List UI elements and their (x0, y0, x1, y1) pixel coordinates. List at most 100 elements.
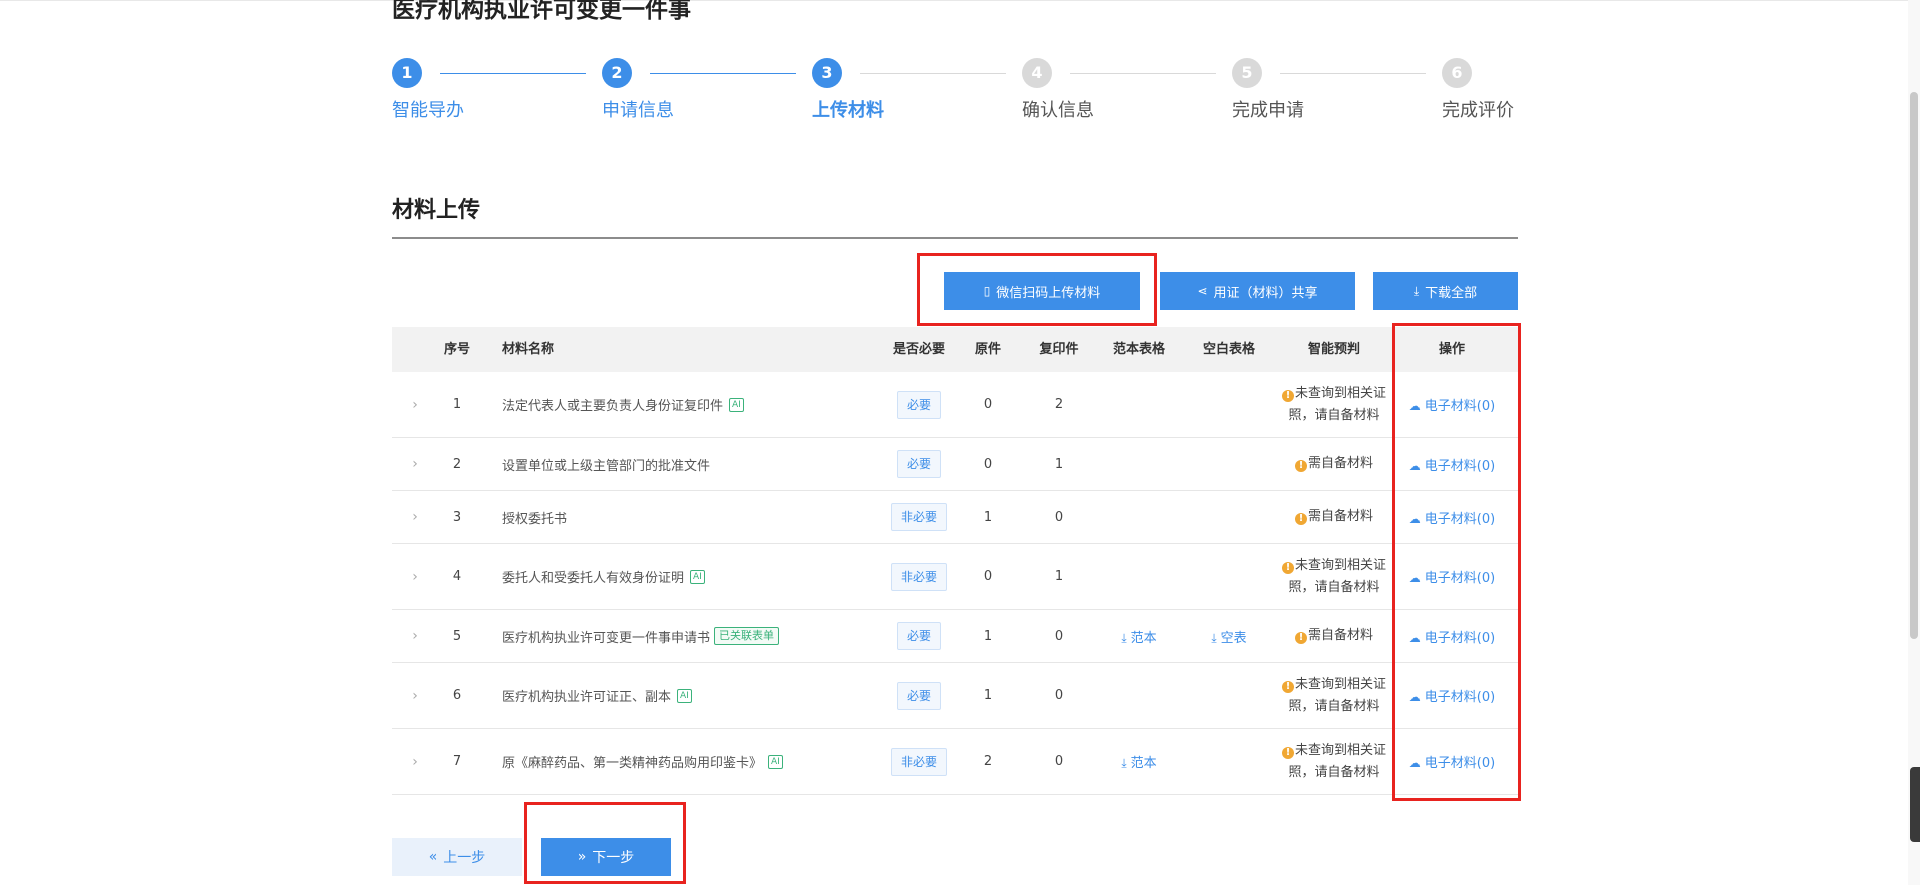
electronic-material-link[interactable]: ☁ 电子材料(0) (1409, 567, 1495, 586)
row-index: 4 (452, 569, 462, 584)
required-badge: 非必要 (890, 747, 947, 776)
row-index: 5 (452, 628, 462, 644)
linked-form-tag: 已关联表单 (714, 627, 780, 645)
copy-count: 1 (1054, 456, 1064, 472)
original-count: 2 (983, 754, 993, 769)
expand-chevron-icon[interactable]: › (400, 610, 430, 662)
electronic-material-link[interactable]: ☁ 电子材料(0) (1409, 395, 1495, 414)
previous-step-label: 上一步 (443, 850, 486, 866)
table-row: › 5 医疗机构执业许可变更一件事申请书 已关联表单 必要 1 0 ⤓ 范本 ⤓ 空表… (392, 610, 1518, 663)
sample-form-cell: ⤓ 范本 (1094, 610, 1184, 662)
table-row: › 7 原《麻醉药品、第一类精神药品购用印鉴卡》 AI 非必要 2 0 ⤓ 范本 !… (392, 729, 1518, 795)
electronic-material-label: 电子材料(0) (1424, 511, 1496, 527)
required-badge: 非必要 (890, 562, 947, 591)
material-name: 法定代表人或主要负责人身份证复印件 AI (502, 372, 862, 437)
smart-check-text-2: 照，请自备材料 (1288, 698, 1380, 714)
step-connector (860, 73, 1006, 74)
copy-count: 0 (1054, 754, 1064, 769)
step-2[interactable]: 2 申请信息 (602, 58, 812, 128)
section-divider (392, 237, 1518, 239)
copy-count: 0 (1054, 628, 1064, 644)
step-number: 4 (1022, 58, 1052, 88)
material-name-text: 医疗机构执业许可证正、副本 (502, 690, 672, 705)
double-chevron-left-icon: « (428, 849, 438, 865)
previous-step-button[interactable]: « 上一步 (392, 838, 522, 876)
expand-chevron-icon[interactable]: › (400, 438, 430, 490)
download-all-button[interactable]: ⤓ 下载全部 (1373, 272, 1518, 310)
material-name-text: 授权委托书 (502, 511, 568, 527)
smart-check-result: ! 未查询到相关证 照，请自备材料 (1264, 372, 1404, 437)
materials-table: 序号 材料名称 是否必要 原件 复印件 范本表格 空白表格 智能预判 操作 › … (392, 327, 1518, 795)
header-index: 序号 (443, 342, 470, 357)
electronic-material-link[interactable]: ☁ 电子材料(0) (1409, 686, 1495, 705)
download-icon: ⤓ (1211, 630, 1217, 645)
electronic-material-link[interactable]: ☁ 电子材料(0) (1409, 627, 1495, 646)
step-3[interactable]: 3 上传材料 (812, 58, 1022, 128)
step-number: 5 (1232, 58, 1262, 88)
cloud-upload-icon: ☁ (1408, 399, 1421, 413)
download-all-label: 下载全部 (1425, 285, 1478, 301)
progress-stepper: 1 智能导办 2 申请信息 3 上传材料 4 确认信息 5 完成申请 6 完成评… (392, 58, 1518, 128)
operation-cell: ☁ 电子材料(0) (1392, 663, 1512, 728)
warning-icon: ! (1294, 460, 1307, 472)
material-name-text: 原《麻醉药品、第一类精神药品购用印鉴卡》 (502, 756, 763, 771)
wechat-scan-upload-button[interactable]: ▯ 微信扫码上传材料 (944, 272, 1140, 310)
wechat-scan-upload-label: 微信扫码上传材料 (996, 285, 1101, 301)
header-operation: 操作 (1438, 342, 1465, 357)
table-row: › 2 设置单位或上级主管部门的批准文件 必要 0 1 ! 需自备材料 ☁ 电子材料… (392, 438, 1518, 491)
expand-chevron-icon[interactable]: › (400, 729, 430, 794)
download-icon: ⤓ (1121, 630, 1127, 645)
copy-count: 0 (1054, 688, 1064, 703)
smart-check-result: ! 需自备材料 (1264, 610, 1404, 662)
sample-form-link[interactable]: ⤓ 范本 (1121, 752, 1156, 771)
warning-icon: ! (1281, 680, 1294, 693)
next-step-button[interactable]: » 下一步 (541, 838, 671, 876)
step-number: 2 (602, 58, 632, 88)
side-widget-handle[interactable] (1910, 767, 1920, 842)
vertical-scrollbar[interactable] (1908, 0, 1920, 885)
header-copy: 复印件 (1039, 342, 1079, 357)
electronic-material-link[interactable]: ☁ 电子材料(0) (1409, 508, 1495, 527)
expand-chevron-icon[interactable]: › (400, 663, 430, 728)
material-name: 医疗机构执业许可证正、副本 AI (502, 663, 862, 728)
table-row: › 1 法定代表人或主要负责人身份证复印件 AI 必要 0 2 ! 未查询到相关证照… (392, 372, 1518, 438)
share-materials-button[interactable]: ⋖ 用证（材料）共享 (1160, 272, 1355, 310)
row-index: 7 (452, 754, 462, 769)
header-blank-form: 空白表格 (1202, 342, 1255, 357)
smart-check-text-1: 需自备材料 (1307, 456, 1373, 471)
smart-check-text-2: 照，请自备材料 (1288, 407, 1380, 423)
smart-check-text-1: 需自备材料 (1307, 509, 1373, 524)
header-sample-form: 范本表格 (1112, 342, 1165, 357)
expand-chevron-icon[interactable]: › (400, 544, 430, 609)
sample-form-link[interactable]: ⤓ 范本 (1121, 627, 1156, 646)
operation-cell: ☁ 电子材料(0) (1392, 438, 1512, 490)
expand-chevron-icon[interactable]: › (400, 372, 430, 437)
smart-check-text-1: 未查询到相关证 (1294, 385, 1386, 401)
smart-check-result: ! 未查询到相关证照，请自备材料 (1264, 663, 1404, 728)
ai-recognition-tag: AI (690, 569, 705, 584)
header-name: 材料名称 (502, 342, 555, 357)
scrollbar-thumb[interactable] (1910, 92, 1918, 639)
cloud-upload-icon: ☁ (1408, 571, 1421, 585)
electronic-material-link[interactable]: ☁ 电子材料(0) (1409, 752, 1495, 771)
smart-check-text-2: 照，请自备材料 (1288, 764, 1380, 780)
electronic-material-label: 电子材料(0) (1424, 458, 1496, 474)
step-connector (1070, 73, 1216, 74)
electronic-material-link[interactable]: ☁ 电子材料(0) (1409, 455, 1495, 474)
ai-recognition-tag: AI (677, 688, 692, 703)
original-count: 0 (983, 569, 993, 584)
original-count: 1 (983, 509, 993, 525)
blank-form-link[interactable]: ⤓ 空表 (1211, 627, 1246, 646)
mobile-phone-icon: ▯ (983, 284, 991, 298)
smart-check-text-1: 未查询到相关证 (1294, 676, 1386, 692)
expand-chevron-icon[interactable]: › (400, 491, 430, 543)
step-number: 6 (1442, 58, 1472, 88)
table-row: › 6 医疗机构执业许可证正、副本 AI 必要 1 0 ! 未查询到相关证 照，请自备… (392, 663, 1518, 729)
original-count: 1 (983, 688, 993, 703)
step-label: 完成申请 (1232, 100, 1304, 121)
step-number: 3 (812, 58, 842, 88)
material-name-text: 设置单位或上级主管部门的批准文件 (502, 458, 711, 474)
step-1[interactable]: 1 智能导办 (392, 58, 602, 128)
cloud-upload-icon: ☁ (1408, 756, 1421, 770)
original-count: 0 (983, 456, 993, 472)
